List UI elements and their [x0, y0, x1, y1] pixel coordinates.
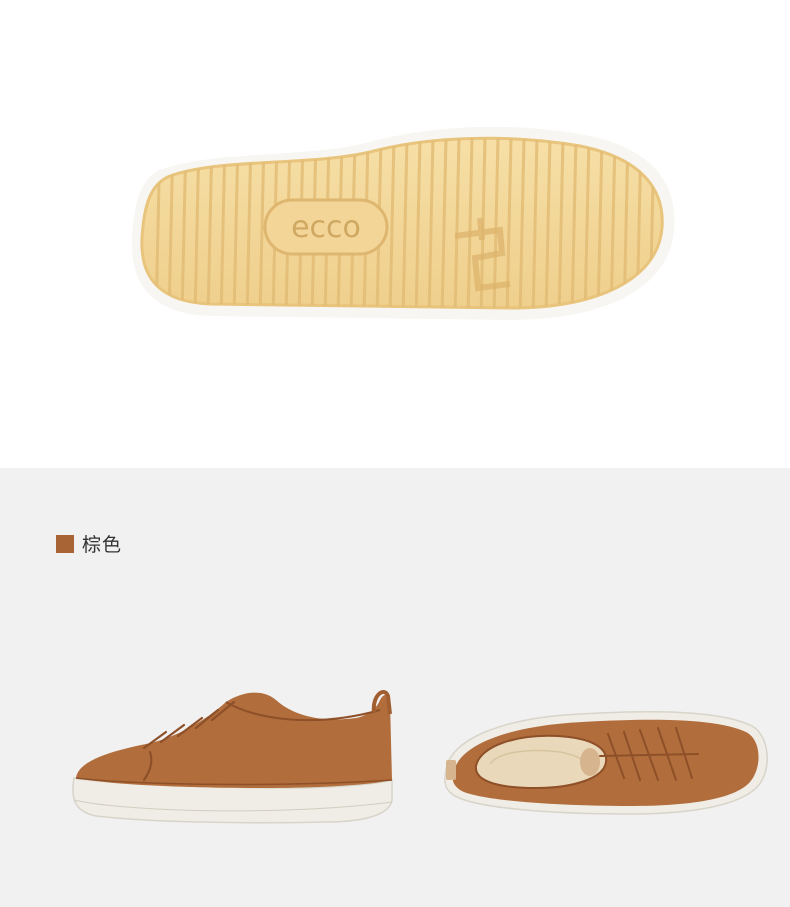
shoe-top-view-image: [444, 711, 768, 815]
color-name: 棕色: [82, 534, 123, 556]
product-detail-page: ecco 棕色: [0, 0, 790, 907]
color-swatch: [56, 534, 74, 553]
color-option[interactable]: 棕色: [56, 530, 122, 557]
outsole-image: ecco: [131, 126, 675, 320]
outsole-image-panel: ecco: [0, 0, 790, 468]
svg-text:ecco: ecco: [291, 210, 361, 245]
shoe-side-view-image: [72, 690, 393, 824]
